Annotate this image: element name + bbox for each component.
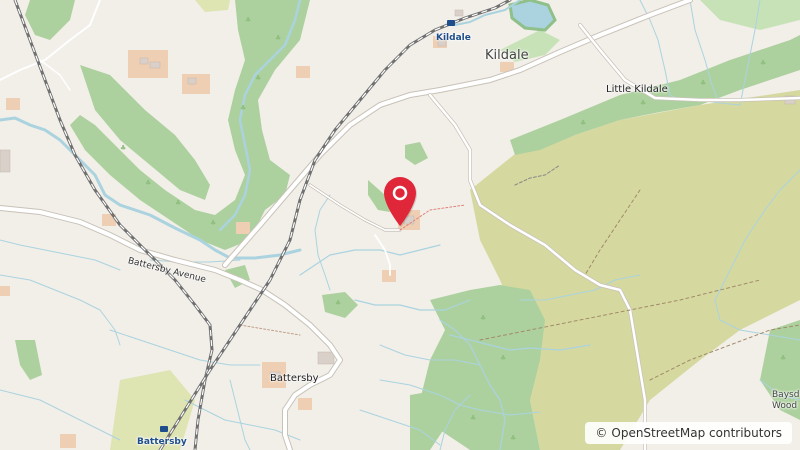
building-2 [149, 61, 161, 69]
location-pin-shape [384, 177, 417, 227]
woodland-patch-8 [195, 0, 230, 12]
label-kildale-station: Kildale [436, 33, 471, 43]
track-dashed-2 [239, 324, 301, 336]
attribution-bar: © OpenStreetMap contributors [585, 422, 792, 444]
kildale-pond [508, 0, 557, 32]
map-view[interactable]: ♣ ♣ ♣ ♣ ♣ ♣ ♣ ♣ ♣ ♣ ♣ ♣ ♣ ♣ ♣ ♣ ♣ ♣ Kild… [0, 0, 800, 450]
tree-glyph: ♣ [210, 219, 216, 227]
tree-glyph: ♣ [275, 34, 281, 42]
farmyard-10 [60, 434, 76, 448]
tree-glyph: ♣ [780, 354, 786, 362]
label-battersby-village: Battersby [270, 373, 319, 384]
farmyard-7 [382, 270, 396, 282]
battersby-station-icon [160, 426, 168, 432]
stream-1 [299, 244, 441, 276]
stream-14 [314, 194, 331, 291]
tree-glyph: ♣ [335, 299, 341, 307]
tree-glyph: ♣ [500, 354, 506, 362]
tree-glyph: ♣ [175, 199, 181, 207]
tree-glyph: ♣ [470, 414, 476, 422]
woodland-east-strip [700, 0, 800, 30]
building-8 [454, 9, 464, 17]
tree-glyph: ♣ [760, 59, 766, 67]
label-little-kildale: Little Kildale [606, 84, 668, 95]
tree-glyph: ♣ [510, 434, 516, 442]
tree-glyph: ♣ [145, 179, 151, 187]
stream-15 [0, 239, 121, 271]
label-baysdale-line1: Baysd [772, 390, 800, 400]
farmyard-3 [296, 66, 310, 78]
woodland-patch-1 [405, 142, 428, 165]
road-farm-track-2 [374, 234, 391, 276]
building-3 [187, 77, 197, 85]
tree-glyph: ♣ [700, 79, 706, 87]
tree-glyph: ♣ [240, 104, 246, 112]
location-pin-icon[interactable] [378, 172, 422, 228]
stream-18 [229, 379, 251, 450]
farmyard-4 [6, 98, 20, 110]
building-5 [317, 351, 335, 365]
label-baysdale-line2: Wood [772, 401, 798, 411]
tree-glyph: ♣ [640, 99, 646, 107]
tree-glyph: ♣ [580, 119, 586, 127]
copyright-symbol: © [595, 426, 608, 440]
label-battersby-station: Battersby [137, 437, 187, 447]
woodland-northwest [25, 0, 75, 40]
farmyard-9 [298, 398, 312, 410]
tree-glyph: ♣ [120, 144, 126, 152]
building-9 [0, 149, 11, 173]
farmyard-11 [0, 286, 10, 296]
woodland-patch-4 [15, 340, 42, 380]
stream-20 [0, 389, 121, 441]
stream-16 [0, 274, 121, 346]
building-1 [139, 57, 149, 65]
tree-glyph: ♣ [480, 314, 486, 322]
stream-17 [109, 329, 261, 366]
label-baysdale-wood: Baysd Wood [772, 390, 799, 412]
label-kildale-village: Kildale [485, 48, 529, 63]
farmyard-13 [236, 222, 250, 234]
pin-body [384, 177, 416, 226]
kildale-station-icon [447, 20, 455, 26]
tree-glyph: ♣ [255, 74, 261, 82]
tree-glyph: ♣ [245, 16, 251, 24]
attribution-link[interactable]: OpenStreetMap contributors [611, 426, 782, 440]
